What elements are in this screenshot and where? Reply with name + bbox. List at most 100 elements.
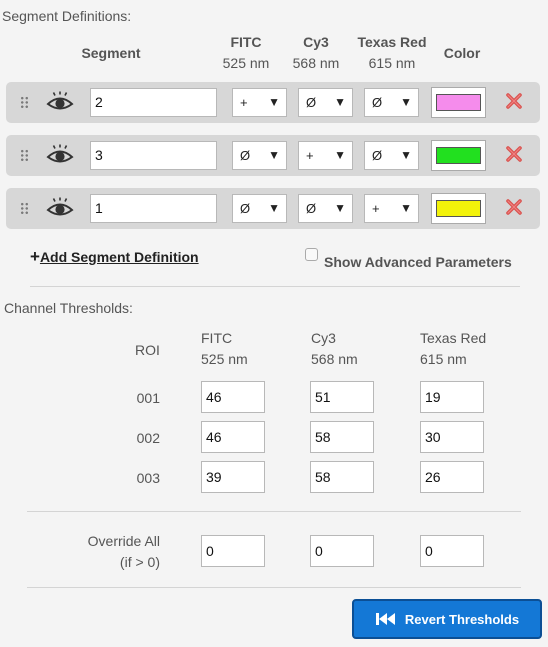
color-swatch [436, 147, 481, 164]
texas-red-threshold-input[interactable]: 19 [420, 381, 484, 413]
fitc-select[interactable]: + ▼ [232, 88, 287, 117]
eye-icon[interactable] [46, 197, 74, 219]
texas-red-select[interactable]: Ø ▼ [364, 88, 419, 117]
cy3-threshold-header-nm: 568 nm [311, 351, 358, 367]
drag-handle-icon[interactable] [20, 202, 29, 215]
texas-red-column-header: Texas Red 615 nm [351, 32, 433, 74]
fitc-select-value: Ø [240, 201, 251, 216]
channel-thresholds-title: Channel Thresholds: [4, 300, 133, 316]
fitc-override-input[interactable]: 0 [201, 535, 265, 567]
texas-red-header-nm: 615 nm [368, 55, 416, 71]
fitc-column-header: FITC 525 nm [216, 32, 276, 74]
segment-definitions-title: Segment Definitions: [2, 8, 132, 24]
texas-red-select[interactable]: Ø ▼ [364, 141, 419, 170]
segment-row: 2 + ▼ Ø ▼ Ø ▼ [6, 82, 540, 123]
fitc-header-nm: 525 nm [222, 55, 270, 71]
fitc-threshold-input[interactable]: 46 [201, 381, 265, 413]
cy3-threshold-header-name: Cy3 [311, 330, 336, 346]
color-picker[interactable] [431, 140, 486, 171]
color-swatch [436, 94, 481, 111]
rewind-icon [375, 613, 395, 625]
segment-row: 1 Ø ▼ Ø ▼ + ▼ [6, 188, 540, 229]
roi-label: 001 [136, 390, 160, 406]
caret-down-icon: ▼ [400, 148, 412, 162]
cy3-threshold-input[interactable]: 58 [310, 421, 374, 453]
divider [30, 286, 520, 287]
segment-column-header: Segment [81, 45, 141, 61]
segment-name-input[interactable]: 3 [90, 141, 217, 170]
delete-x-icon[interactable] [506, 199, 522, 215]
segment-row: 3 Ø ▼ + ▼ Ø ▼ [6, 135, 540, 176]
override-all-condition: (if > 0) [119, 554, 160, 570]
roi-column-header: ROI [135, 342, 160, 358]
add-segment-label: Add Segment Definition [39, 249, 199, 265]
fitc-threshold-header-nm: 525 nm [201, 351, 248, 367]
fitc-threshold-header-name: FITC [201, 330, 233, 346]
cy3-header-name: Cy3 [303, 34, 329, 50]
fitc-header-name: FITC [230, 34, 262, 50]
texas-red-select-value: + [372, 201, 380, 216]
drag-handle-icon[interactable] [20, 149, 29, 162]
cy3-threshold-input[interactable]: 58 [310, 461, 374, 493]
plus-icon: + [30, 247, 40, 266]
advanced-parameters-label[interactable]: Show Advanced Parameters [324, 254, 512, 270]
cy3-threshold-input[interactable]: 51 [310, 381, 374, 413]
cy3-select-value: Ø [306, 95, 317, 110]
delete-x-icon[interactable] [506, 93, 522, 109]
texas-red-threshold-header-name: Texas Red [420, 330, 487, 346]
caret-down-icon: ▼ [268, 201, 280, 215]
caret-down-icon: ▼ [268, 148, 280, 162]
caret-down-icon: ▼ [400, 95, 412, 109]
cy3-threshold-header: Cy3 568 nm [311, 328, 358, 370]
override-all-text: Override All [87, 533, 160, 549]
fitc-threshold-input[interactable]: 39 [201, 461, 265, 493]
color-picker[interactable] [431, 193, 486, 224]
texas-red-threshold-header-nm: 615 nm [420, 351, 467, 367]
caret-down-icon: ▼ [400, 201, 412, 215]
cy3-column-header: Cy3 568 nm [285, 32, 347, 74]
fitc-select[interactable]: Ø ▼ [232, 141, 287, 170]
eye-icon[interactable] [46, 91, 74, 113]
cy3-header-nm: 568 nm [292, 55, 340, 71]
caret-down-icon: ▼ [268, 95, 280, 109]
roi-label: 003 [136, 470, 160, 486]
segment-name-input[interactable]: 2 [90, 88, 217, 117]
caret-down-icon: ▼ [334, 148, 346, 162]
texas-red-select-value: Ø [372, 148, 383, 163]
texas-red-threshold-input[interactable]: 30 [420, 421, 484, 453]
roi-label: 002 [136, 430, 160, 446]
texas-red-select-value: Ø [372, 95, 383, 110]
cy3-select[interactable]: Ø ▼ [298, 194, 353, 223]
revert-thresholds-label: Revert Thresholds [404, 611, 520, 627]
add-segment-link[interactable]: +Add Segment Definition [30, 247, 199, 267]
fitc-threshold-input[interactable]: 46 [201, 421, 265, 453]
texas-red-threshold-header: Texas Red 615 nm [420, 328, 486, 370]
texas-red-threshold-input[interactable]: 26 [420, 461, 484, 493]
cy3-select-value: + [306, 148, 314, 163]
cy3-select[interactable]: + ▼ [298, 141, 353, 170]
divider [27, 587, 521, 588]
advanced-parameters-checkbox[interactable] [305, 248, 318, 261]
cy3-select-value: Ø [306, 201, 317, 216]
segment-name-input[interactable]: 1 [90, 194, 217, 223]
color-picker[interactable] [431, 87, 486, 118]
override-all-label: Override All (if > 0) [50, 531, 160, 573]
color-column-header: Color [443, 45, 481, 61]
caret-down-icon: ▼ [334, 201, 346, 215]
fitc-select-value: Ø [240, 148, 251, 163]
eye-icon[interactable] [46, 144, 74, 166]
fitc-select-value: + [240, 95, 248, 110]
fitc-threshold-header: FITC 525 nm [201, 328, 248, 370]
drag-handle-icon[interactable] [20, 96, 29, 109]
texas-red-select[interactable]: + ▼ [364, 194, 419, 223]
cy3-select[interactable]: Ø ▼ [298, 88, 353, 117]
fitc-select[interactable]: Ø ▼ [232, 194, 287, 223]
revert-thresholds-button[interactable]: Revert Thresholds [352, 599, 542, 639]
caret-down-icon: ▼ [334, 95, 346, 109]
delete-x-icon[interactable] [506, 146, 522, 162]
texas-red-override-input[interactable]: 0 [420, 535, 484, 567]
cy3-override-input[interactable]: 0 [310, 535, 374, 567]
color-swatch [436, 200, 481, 217]
texas-red-header-name: Texas Red [357, 34, 427, 50]
divider [27, 511, 521, 512]
